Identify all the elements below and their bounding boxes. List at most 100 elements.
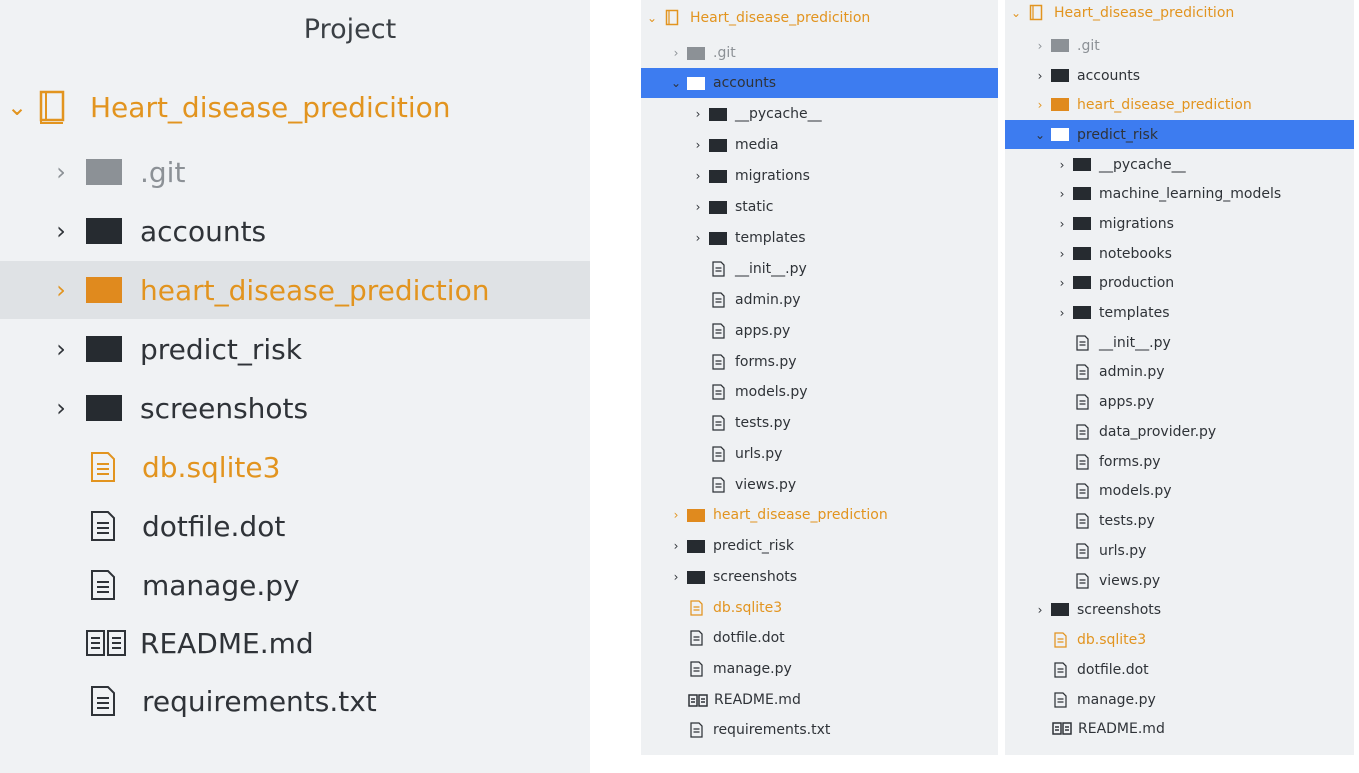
tree-item-pycache[interactable]: › __pycache__ <box>1005 150 1354 179</box>
chevron-right-icon[interactable]: › <box>691 138 705 152</box>
chevron-right-icon[interactable]: › <box>691 231 705 245</box>
chevron-right-icon[interactable]: › <box>50 276 72 304</box>
tree-item-production[interactable]: › production <box>1005 268 1354 297</box>
folder-icon <box>687 508 705 522</box>
tree-item-dotfile[interactable]: dotfile.dot <box>1005 655 1354 684</box>
tree-item-data-provider-py[interactable]: data_provider.py <box>1005 417 1354 446</box>
tree-item-label: views.py <box>1099 572 1161 589</box>
tree-item-forms-py[interactable]: forms.py <box>641 347 998 377</box>
chevron-right-icon[interactable]: › <box>50 158 72 186</box>
tree-item-models-py[interactable]: models.py <box>1005 476 1354 505</box>
chevron-down-icon[interactable]: ⌄ <box>645 11 659 25</box>
chevron-right-icon[interactable]: › <box>50 217 72 245</box>
chevron-right-icon[interactable]: › <box>1033 69 1047 83</box>
accounts-expanded-panel: ⌄ Heart_disease_predicition › .git ⌄ acc… <box>641 0 998 755</box>
tree-item-accounts[interactable]: › accounts <box>1005 61 1354 90</box>
chevron-right-icon[interactable]: › <box>669 539 683 553</box>
tree-item-tests-py[interactable]: tests.py <box>1005 506 1354 535</box>
chevron-right-icon[interactable]: › <box>1055 247 1069 261</box>
chevron-right-icon[interactable]: › <box>669 570 683 584</box>
tree-item-readme[interactable]: README.md <box>0 614 590 672</box>
tree-item-admin-py[interactable]: admin.py <box>1005 357 1354 386</box>
tree-item-pycache[interactable]: › __pycache__ <box>641 99 998 129</box>
chevron-down-icon[interactable]: ⌄ <box>1009 6 1023 20</box>
chevron-right-icon[interactable]: › <box>50 394 72 422</box>
tree-item-apps-py[interactable]: apps.py <box>641 316 998 346</box>
tree-item-db-sqlite3[interactable]: db.sqlite3 <box>0 438 590 496</box>
tree-item-root[interactable]: ⌄ Heart_disease_predicition <box>0 78 590 136</box>
tree-item-manage-py[interactable]: manage.py <box>0 556 590 614</box>
tree-item-apps-py[interactable]: apps.py <box>1005 387 1354 416</box>
tree-item-heart-disease-prediction[interactable]: › heart_disease_prediction <box>1005 90 1354 119</box>
tree-item-accounts[interactable]: › accounts <box>0 202 590 260</box>
tree-item-root[interactable]: ⌄ Heart_disease_predicition <box>1005 0 1354 27</box>
tree-item-manage-py[interactable]: manage.py <box>641 654 998 684</box>
tree-item-label: db.sqlite3 <box>142 450 281 484</box>
chevron-down-icon[interactable]: ⌄ <box>6 93 28 121</box>
tree-item-label: Heart_disease_predicition <box>690 10 871 26</box>
tree-item-templates[interactable]: › templates <box>1005 298 1354 327</box>
tree-item-db-sqlite3[interactable]: db.sqlite3 <box>1005 625 1354 654</box>
tree-item-forms-py[interactable]: forms.py <box>1005 447 1354 476</box>
tree-item-init-py[interactable]: __init__.py <box>1005 328 1354 357</box>
tree-item-readme[interactable]: README.md <box>1005 714 1354 743</box>
chevron-right-icon[interactable]: › <box>669 508 683 522</box>
tree-item-tests-py[interactable]: tests.py <box>641 408 998 438</box>
tree-item-heart-disease-prediction[interactable]: › heart_disease_prediction <box>641 500 998 530</box>
tree-item-machine-learning-models[interactable]: › machine_learning_models <box>1005 179 1354 208</box>
chevron-right-icon[interactable]: › <box>50 335 72 363</box>
tree-item-screenshots[interactable]: › screenshots <box>0 379 590 437</box>
folder-icon <box>1073 306 1091 319</box>
tree-item-manage-py[interactable]: manage.py <box>1005 685 1354 714</box>
tree-item-accounts[interactable]: ⌄ accounts <box>641 68 998 98</box>
chevron-right-icon[interactable]: › <box>1033 98 1047 112</box>
tree-item-models-py[interactable]: models.py <box>641 377 998 407</box>
tree-item-readme[interactable]: README.md <box>641 685 998 715</box>
tree-item-init-py[interactable]: __init__.py <box>641 254 998 284</box>
tree-item-label: accounts <box>140 214 267 248</box>
tree-item-git[interactable]: › .git <box>1005 31 1354 60</box>
tree-item-screenshots[interactable]: › screenshots <box>641 562 998 592</box>
tree-item-screenshots[interactable]: › screenshots <box>1005 595 1354 624</box>
tree-item-urls-py[interactable]: urls.py <box>1005 536 1354 565</box>
tree-item-predict-risk[interactable]: › predict_risk <box>0 320 590 378</box>
chevron-right-icon[interactable]: › <box>1033 39 1047 53</box>
tree-item-migrations[interactable]: › migrations <box>641 161 998 191</box>
folder-icon <box>1073 276 1091 289</box>
tree-item-heart-disease-prediction[interactable]: › heart_disease_prediction <box>0 261 590 319</box>
chevron-down-icon[interactable]: ⌄ <box>669 76 683 90</box>
tree-item-predict-risk[interactable]: ⌄ predict_risk <box>1005 120 1354 149</box>
tree-item-root[interactable]: ⌄ Heart_disease_predicition <box>641 3 998 33</box>
tree-item-views-py[interactable]: views.py <box>641 470 998 500</box>
tree-item-media[interactable]: › media <box>641 130 998 160</box>
tree-item-dotfile[interactable]: dotfile.dot <box>641 623 998 653</box>
chevron-right-icon[interactable]: › <box>1055 158 1069 172</box>
tree-item-notebooks[interactable]: › notebooks <box>1005 239 1354 268</box>
file-icon <box>90 510 116 542</box>
tree-item-static[interactable]: › static <box>641 192 998 222</box>
chevron-right-icon[interactable]: › <box>691 107 705 121</box>
chevron-right-icon[interactable]: › <box>691 169 705 183</box>
tree-item-label: models.py <box>1099 482 1172 499</box>
chevron-down-icon[interactable]: ⌄ <box>1033 128 1047 142</box>
tree-item-predict-risk[interactable]: › predict_risk <box>641 531 998 561</box>
tree-item-migrations[interactable]: › migrations <box>1005 209 1354 238</box>
tree-item-git[interactable]: › .git <box>641 38 998 68</box>
tree-item-dotfile[interactable]: dotfile.dot <box>0 497 590 555</box>
tree-item-admin-py[interactable]: admin.py <box>641 285 998 315</box>
chevron-right-icon[interactable]: › <box>1055 306 1069 320</box>
chevron-right-icon[interactable]: › <box>669 46 683 60</box>
tree-item-templates[interactable]: › templates <box>641 223 998 253</box>
tree-item-label: requirements.txt <box>142 684 377 718</box>
chevron-right-icon[interactable]: › <box>1055 217 1069 231</box>
tree-item-requirements[interactable]: requirements.txt <box>641 715 998 745</box>
tree-item-urls-py[interactable]: urls.py <box>641 439 998 469</box>
chevron-right-icon[interactable]: › <box>1033 603 1047 617</box>
tree-item-git[interactable]: › .git <box>0 143 590 201</box>
tree-item-views-py[interactable]: views.py <box>1005 566 1354 595</box>
tree-item-requirements[interactable]: requirements.txt <box>0 672 590 730</box>
chevron-right-icon[interactable]: › <box>1055 187 1069 201</box>
tree-item-db-sqlite3[interactable]: db.sqlite3 <box>641 593 998 623</box>
chevron-right-icon[interactable]: › <box>1055 276 1069 290</box>
chevron-right-icon[interactable]: › <box>691 200 705 214</box>
